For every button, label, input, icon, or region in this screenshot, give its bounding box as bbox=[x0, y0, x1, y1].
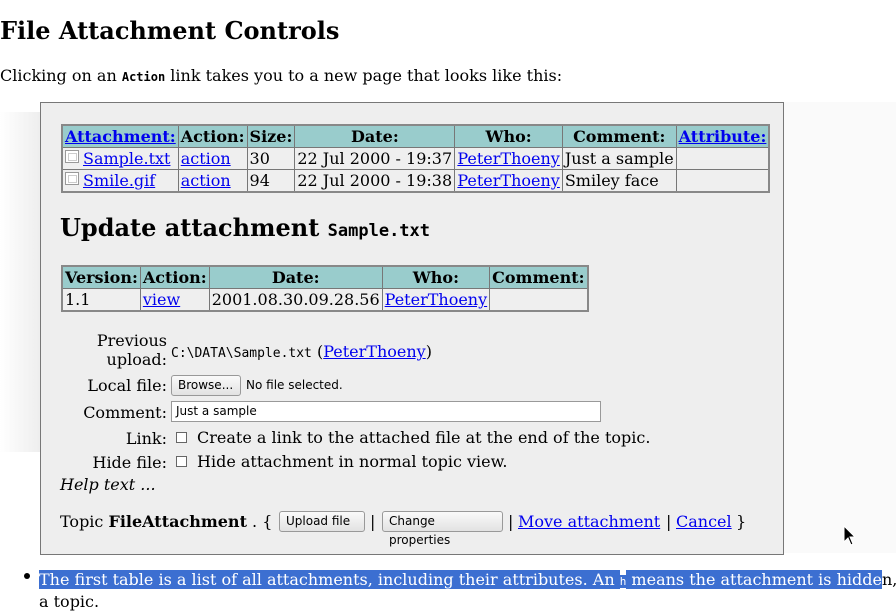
browse-button[interactable]: Browse... bbox=[171, 375, 241, 396]
action-link[interactable]: action bbox=[181, 171, 231, 190]
intro-text: Clicking on an Action link takes you to … bbox=[0, 66, 562, 85]
hide-checkbox[interactable] bbox=[176, 456, 187, 467]
attachment-link[interactable]: Sample.txt bbox=[83, 149, 170, 168]
action-code: Action bbox=[121, 70, 166, 84]
hide-checkbox-text: Hide attachment in normal topic view. bbox=[197, 452, 508, 471]
col-date: Date: bbox=[294, 124, 456, 148]
previous-path: C:\DATA\Sample.txt bbox=[171, 346, 312, 361]
size-cell: 94 bbox=[246, 169, 296, 193]
table-row: Sample.txt action 30 22 Jul 2000 - 19:37… bbox=[61, 147, 770, 170]
move-attachment-link[interactable]: Move attachment bbox=[518, 512, 660, 531]
comment-input[interactable]: Just a sample bbox=[171, 401, 601, 422]
action-cell: view bbox=[139, 288, 210, 312]
change-properties-button[interactable]: Change properties bbox=[382, 511, 503, 547]
box-shadow bbox=[0, 112, 40, 452]
col-date: Date: bbox=[208, 265, 383, 289]
date-cell: 22 Jul 2000 - 19:38 bbox=[294, 169, 456, 193]
local-file-label: Local file: bbox=[87, 376, 167, 395]
link-checkbox[interactable] bbox=[176, 432, 187, 443]
date-cell: 2001.08.30.09.28.56 bbox=[208, 288, 383, 312]
no-file-text: No file selected. bbox=[246, 378, 343, 392]
version-header-row: Version: Action: Date: Who: Comment: bbox=[61, 265, 589, 289]
page-title: File Attachment Controls bbox=[0, 16, 340, 45]
attachment-link[interactable]: Smile.gif bbox=[83, 171, 155, 190]
who-cell: PeterThoeny bbox=[454, 147, 563, 170]
file-icon bbox=[65, 172, 79, 185]
update-heading: Update attachment Sample.txt bbox=[60, 213, 430, 242]
user-link[interactable]: PeterThoeny bbox=[385, 290, 487, 309]
col-action: Action: bbox=[177, 124, 248, 148]
intro-after: link takes you to a new page that looks … bbox=[165, 66, 563, 85]
previous-upload-label: Previous upload: bbox=[97, 331, 167, 369]
upload-file-button[interactable]: Upload file bbox=[279, 511, 365, 532]
action-cell: action bbox=[177, 147, 248, 170]
col-comment: Comment: bbox=[561, 124, 677, 148]
comment-label: Comment: bbox=[83, 403, 167, 422]
col-comment: Comment: bbox=[489, 265, 589, 289]
attachment-cell: Sample.txt bbox=[61, 147, 179, 170]
help-text: Help text ... bbox=[60, 475, 156, 494]
version-table: Version: Action: Date: Who: Comment: 1.1… bbox=[61, 265, 589, 312]
comment-cell: Smiley face bbox=[561, 169, 677, 193]
previous-label-line1: Previous bbox=[96, 331, 167, 350]
action-link[interactable]: action bbox=[181, 149, 231, 168]
unselected-text: n, bbox=[881, 570, 896, 589]
action-bar: Topic FileAttachment . { bbox=[60, 512, 272, 531]
previous-upload-value: C:\DATA\Sample.txt (PeterThoeny) bbox=[171, 342, 432, 361]
intro-before: Clicking on an bbox=[0, 66, 122, 85]
selected-text-end: means the attachment is hidde bbox=[626, 570, 882, 589]
table-row: Smile.gif action 94 22 Jul 2000 - 19:38 … bbox=[61, 169, 770, 193]
bullet-marker bbox=[24, 573, 30, 579]
attachment-cell: Smile.gif bbox=[61, 169, 179, 193]
topic-word: Topic bbox=[60, 512, 109, 531]
table-row: 1.1 view 2001.08.30.09.28.56 PeterThoeny bbox=[61, 288, 589, 312]
user-link[interactable]: PeterThoeny bbox=[457, 149, 559, 168]
open-brace: . { bbox=[246, 512, 273, 531]
col-attachment[interactable]: Attachment: bbox=[61, 124, 179, 148]
link-checkbox-text: Create a link to the attached file at th… bbox=[197, 428, 651, 447]
hide-file-label: Hide file: bbox=[92, 453, 167, 472]
paren-open: ( bbox=[311, 342, 324, 361]
sort-attribute-link[interactable]: Attribute: bbox=[679, 127, 767, 146]
selected-text: The first table is a list of all attachm… bbox=[39, 570, 620, 589]
close-brace: } bbox=[736, 512, 747, 531]
comment-cell bbox=[489, 288, 589, 312]
col-who: Who: bbox=[381, 265, 491, 289]
paren-close: ) bbox=[425, 342, 432, 361]
col-version: Version: bbox=[61, 265, 141, 289]
box-background-extension bbox=[784, 102, 896, 553]
user-link[interactable]: PeterThoeny bbox=[323, 342, 425, 361]
col-action: Action: bbox=[139, 265, 210, 289]
previous-label-line2: upload: bbox=[106, 350, 167, 369]
separator: | bbox=[370, 512, 376, 531]
attribute-cell bbox=[675, 169, 770, 193]
who-cell: PeterThoeny bbox=[381, 288, 491, 312]
topic-name: FileAttachment bbox=[108, 512, 247, 531]
action-cell: action bbox=[177, 169, 248, 193]
bullet-text: The first table is a list of all attachm… bbox=[39, 570, 896, 589]
size-cell: 30 bbox=[246, 147, 296, 170]
bullet-text-line2: a topic. bbox=[39, 592, 100, 611]
view-link[interactable]: view bbox=[143, 290, 180, 309]
col-attribute[interactable]: Attribute: bbox=[675, 124, 770, 148]
attribute-cell bbox=[675, 147, 770, 170]
update-file-code: Sample.txt bbox=[327, 221, 431, 241]
who-cell: PeterThoeny bbox=[454, 169, 563, 193]
update-heading-text: Update attachment bbox=[60, 213, 320, 242]
attachment-table: Attachment: Action: Size: Date: Who: Com… bbox=[61, 124, 771, 193]
comment-cell: Just a sample bbox=[561, 147, 677, 170]
file-icon bbox=[65, 150, 79, 163]
cancel-link[interactable]: Cancel bbox=[676, 512, 732, 531]
version-cell: 1.1 bbox=[61, 288, 141, 312]
link-label: Link: bbox=[125, 429, 167, 448]
mouse-cursor-icon bbox=[843, 525, 857, 546]
col-size: Size: bbox=[246, 124, 296, 148]
date-cell: 22 Jul 2000 - 19:37 bbox=[294, 147, 456, 170]
user-link[interactable]: PeterThoeny bbox=[457, 171, 559, 190]
attachment-header-row: Attachment: Action: Size: Date: Who: Com… bbox=[61, 124, 770, 148]
sort-attachment-link[interactable]: Attachment: bbox=[65, 127, 176, 146]
separator: | bbox=[666, 512, 672, 531]
separator: | bbox=[508, 512, 514, 531]
col-who: Who: bbox=[454, 124, 563, 148]
